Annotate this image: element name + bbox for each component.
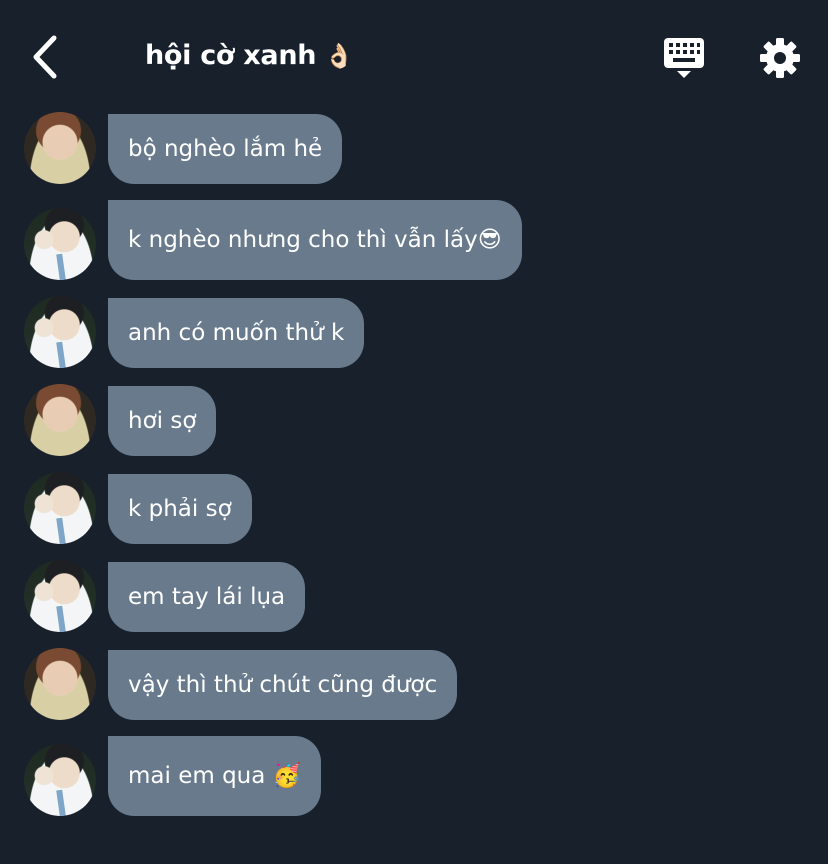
message-bubble[interactable]: anh có muốn thử k [108, 298, 365, 368]
partying-face-emoji: 🥳 [272, 763, 302, 789]
chevron-left-icon [33, 35, 57, 79]
message-bubble[interactable]: vậy thì thử chút cũng được [108, 650, 458, 720]
message-text: k nghèo nhưng cho thì vẫn lấy [128, 227, 478, 253]
avatar[interactable] [24, 384, 96, 456]
message-text: bộ nghèo lắm hẻ [128, 136, 323, 162]
message-bubble[interactable]: mai em qua 🥳 [108, 736, 322, 816]
back-button[interactable] [26, 34, 66, 80]
avatar[interactable] [24, 560, 96, 632]
ok-hand-emoji: 👌🏻 [324, 42, 354, 70]
message-bubble[interactable]: bộ nghèo lắm hẻ [108, 114, 343, 184]
chat-title: hội cờ xanh 👌🏻 [145, 40, 354, 71]
message-bubble[interactable]: em tay lái lụa [108, 562, 306, 632]
gear-icon [760, 38, 800, 78]
message-bubble[interactable]: k nghèo nhưng cho thì vẫn lấy😎 [108, 200, 522, 280]
settings-button[interactable] [758, 36, 802, 80]
avatar[interactable] [24, 296, 96, 368]
avatar[interactable] [24, 112, 96, 184]
keyboard-button[interactable] [662, 36, 706, 80]
message-text: anh có muốn thử k [128, 320, 345, 346]
avatar[interactable] [24, 208, 96, 280]
chat-title-text: hội cờ xanh [145, 40, 317, 71]
avatar[interactable] [24, 744, 96, 816]
message-text: k phải sợ [128, 496, 232, 522]
avatar[interactable] [24, 648, 96, 720]
message-text: hơi sợ [128, 408, 197, 434]
message-text: mai em qua [128, 763, 273, 789]
chat-header: hội cờ xanh 👌🏻 [0, 0, 828, 112]
message-text: vậy thì thử chút cũng được [128, 672, 438, 698]
keyboard-icon [664, 38, 704, 78]
message-bubble[interactable]: k phải sợ [108, 474, 252, 544]
message-text: em tay lái lụa [128, 584, 286, 610]
message-bubble[interactable]: hơi sợ [108, 386, 217, 456]
avatar[interactable] [24, 472, 96, 544]
sunglasses-emoji: 😎 [477, 227, 502, 253]
